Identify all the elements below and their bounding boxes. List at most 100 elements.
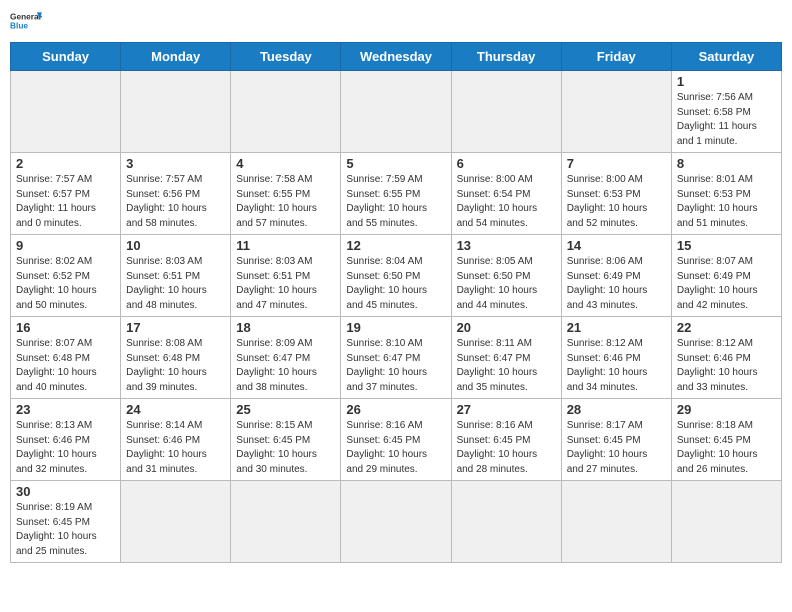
day-cell: 5Sunrise: 7:59 AM Sunset: 6:55 PM Daylig… [341, 153, 451, 235]
day-cell: 10Sunrise: 8:03 AM Sunset: 6:51 PM Dayli… [121, 235, 231, 317]
day-info: Sunrise: 8:04 AM Sunset: 6:50 PM Dayligh… [346, 255, 445, 313]
day-cell: 24 Sunrise: 8:14 AM Sunset: 6:46 PM Dayli… [121, 399, 231, 481]
day-number: 22 [677, 320, 776, 335]
day-number: 17 [126, 320, 225, 335]
day-header-monday: Monday [121, 43, 231, 71]
day-cell: 30Sunrise: 8:19 AM Sunset: 6:45 PM Dayli… [11, 481, 121, 563]
day-number: 23 [16, 402, 115, 417]
day-info: Sunrise: 8:00 AM Sunset: 6:53 PM Dayligh… [567, 173, 666, 231]
day-number: 1 [677, 74, 776, 89]
day-info: Sunrise: 8:06 AM Sunset: 6:49 PM Dayligh… [567, 255, 666, 313]
day-info: Sunrise: 8:10 AM Sunset: 6:47 PM Dayligh… [346, 337, 445, 395]
day-number: 4 [236, 156, 335, 171]
day-cell: 26 Sunrise: 8:16 AM Sunset: 6:45 PM Dayli… [341, 399, 451, 481]
day-number: 25 [236, 402, 335, 417]
day-cell: 7 Sunrise: 8:00 AM Sunset: 6:53 PM Daylig… [561, 153, 671, 235]
day-cell [671, 481, 781, 563]
day-info: Sunrise: 8:16 AM Sunset: 6:45 PM Dayligh… [457, 419, 556, 477]
day-info: Sunrise: 8:14 AM Sunset: 6:46 PM Dayligh… [126, 419, 225, 477]
day-number: 9 [16, 238, 115, 253]
week-row-4: 16Sunrise: 8:07 AM Sunset: 6:48 PM Dayli… [11, 317, 782, 399]
header-section: General Blue [0, 0, 792, 36]
day-number: 20 [457, 320, 556, 335]
day-number: 29 [677, 402, 776, 417]
week-row-6: 30Sunrise: 8:19 AM Sunset: 6:45 PM Dayli… [11, 481, 782, 563]
day-cell [11, 71, 121, 153]
week-row-2: 2 Sunrise: 7:57 AM Sunset: 6:57 PM Daylig… [11, 153, 782, 235]
day-info: Sunrise: 7:57 AM Sunset: 6:57 PM Dayligh… [16, 173, 115, 231]
day-number: 28 [567, 402, 666, 417]
day-number: 6 [457, 156, 556, 171]
day-cell: 25 Sunrise: 8:15 AM Sunset: 6:45 PM Dayli… [231, 399, 341, 481]
day-cell: 2 Sunrise: 7:57 AM Sunset: 6:57 PM Daylig… [11, 153, 121, 235]
day-cell [121, 481, 231, 563]
day-cell [121, 71, 231, 153]
day-number: 7 [567, 156, 666, 171]
logo: General Blue [10, 8, 42, 36]
day-cell: 12 Sunrise: 8:04 AM Sunset: 6:50 PM Dayli… [341, 235, 451, 317]
day-info: Sunrise: 8:18 AM Sunset: 6:45 PM Dayligh… [677, 419, 776, 477]
logo-icon: General Blue [10, 8, 42, 36]
day-cell: 15 Sunrise: 8:07 AM Sunset: 6:49 PM Dayli… [671, 235, 781, 317]
day-header-saturday: Saturday [671, 43, 781, 71]
day-cell: 23 Sunrise: 8:13 AM Sunset: 6:46 PM Dayli… [11, 399, 121, 481]
day-number: 26 [346, 402, 445, 417]
svg-text:Blue: Blue [10, 20, 28, 30]
day-cell: 17 Sunrise: 8:08 AM Sunset: 6:48 PM Dayli… [121, 317, 231, 399]
day-number: 10 [126, 238, 225, 253]
day-info: Sunrise: 8:16 AM Sunset: 6:45 PM Dayligh… [346, 419, 445, 477]
day-info: Sunrise: 7:56 AM Sunset: 6:58 PM Dayligh… [677, 91, 776, 149]
day-info: Sunrise: 8:01 AM Sunset: 6:53 PM Dayligh… [677, 173, 776, 231]
day-headers-row: SundayMondayTuesdayWednesdayThursdayFrid… [11, 43, 782, 71]
day-cell: 27 Sunrise: 8:16 AM Sunset: 6:45 PM Dayli… [451, 399, 561, 481]
day-number: 3 [126, 156, 225, 171]
day-cell: 22 Sunrise: 8:12 AM Sunset: 6:46 PM Dayli… [671, 317, 781, 399]
day-cell: 3Sunrise: 7:57 AM Sunset: 6:56 PM Daylig… [121, 153, 231, 235]
day-number: 14 [567, 238, 666, 253]
day-info: Sunrise: 8:11 AM Sunset: 6:47 PM Dayligh… [457, 337, 556, 395]
day-info: Sunrise: 8:08 AM Sunset: 6:48 PM Dayligh… [126, 337, 225, 395]
day-info: Sunrise: 8:13 AM Sunset: 6:46 PM Dayligh… [16, 419, 115, 477]
day-cell: 4 Sunrise: 7:58 AM Sunset: 6:55 PM Daylig… [231, 153, 341, 235]
day-number: 12 [346, 238, 445, 253]
day-cell [231, 71, 341, 153]
day-info: Sunrise: 8:15 AM Sunset: 6:45 PM Dayligh… [236, 419, 335, 477]
day-cell: 21Sunrise: 8:12 AM Sunset: 6:46 PM Dayli… [561, 317, 671, 399]
calendar-table: SundayMondayTuesdayWednesdayThursdayFrid… [10, 42, 782, 563]
day-number: 8 [677, 156, 776, 171]
day-number: 15 [677, 238, 776, 253]
day-header-sunday: Sunday [11, 43, 121, 71]
day-number: 18 [236, 320, 335, 335]
day-cell: 20 Sunrise: 8:11 AM Sunset: 6:47 PM Dayli… [451, 317, 561, 399]
day-cell: 28 Sunrise: 8:17 AM Sunset: 6:45 PM Dayli… [561, 399, 671, 481]
day-cell [561, 481, 671, 563]
week-row-3: 9 Sunrise: 8:02 AM Sunset: 6:52 PM Daylig… [11, 235, 782, 317]
day-info: Sunrise: 8:00 AM Sunset: 6:54 PM Dayligh… [457, 173, 556, 231]
day-info: Sunrise: 8:12 AM Sunset: 6:46 PM Dayligh… [567, 337, 666, 395]
day-info: Sunrise: 8:17 AM Sunset: 6:45 PM Dayligh… [567, 419, 666, 477]
day-number: 11 [236, 238, 335, 253]
week-row-5: 23 Sunrise: 8:13 AM Sunset: 6:46 PM Dayli… [11, 399, 782, 481]
day-info: Sunrise: 8:07 AM Sunset: 6:48 PM Dayligh… [16, 337, 115, 395]
day-info: Sunrise: 8:12 AM Sunset: 6:46 PM Dayligh… [677, 337, 776, 395]
day-cell: 18 Sunrise: 8:09 AM Sunset: 6:47 PM Dayli… [231, 317, 341, 399]
day-number: 24 [126, 402, 225, 417]
day-cell [341, 71, 451, 153]
day-info: Sunrise: 8:19 AM Sunset: 6:45 PM Dayligh… [16, 501, 115, 559]
day-cell [561, 71, 671, 153]
day-info: Sunrise: 7:58 AM Sunset: 6:55 PM Dayligh… [236, 173, 335, 231]
day-cell: 9 Sunrise: 8:02 AM Sunset: 6:52 PM Daylig… [11, 235, 121, 317]
day-cell: 19Sunrise: 8:10 AM Sunset: 6:47 PM Dayli… [341, 317, 451, 399]
day-number: 2 [16, 156, 115, 171]
day-number: 27 [457, 402, 556, 417]
day-info: Sunrise: 8:07 AM Sunset: 6:49 PM Dayligh… [677, 255, 776, 313]
day-cell [341, 481, 451, 563]
day-info: Sunrise: 8:09 AM Sunset: 6:47 PM Dayligh… [236, 337, 335, 395]
day-header-wednesday: Wednesday [341, 43, 451, 71]
day-cell [231, 481, 341, 563]
day-cell: 14 Sunrise: 8:06 AM Sunset: 6:49 PM Dayli… [561, 235, 671, 317]
week-row-1: 1 Sunrise: 7:56 AM Sunset: 6:58 PM Daylig… [11, 71, 782, 153]
day-info: Sunrise: 8:03 AM Sunset: 6:51 PM Dayligh… [236, 255, 335, 313]
day-info: Sunrise: 8:02 AM Sunset: 6:52 PM Dayligh… [16, 255, 115, 313]
day-cell: 8 Sunrise: 8:01 AM Sunset: 6:53 PM Daylig… [671, 153, 781, 235]
